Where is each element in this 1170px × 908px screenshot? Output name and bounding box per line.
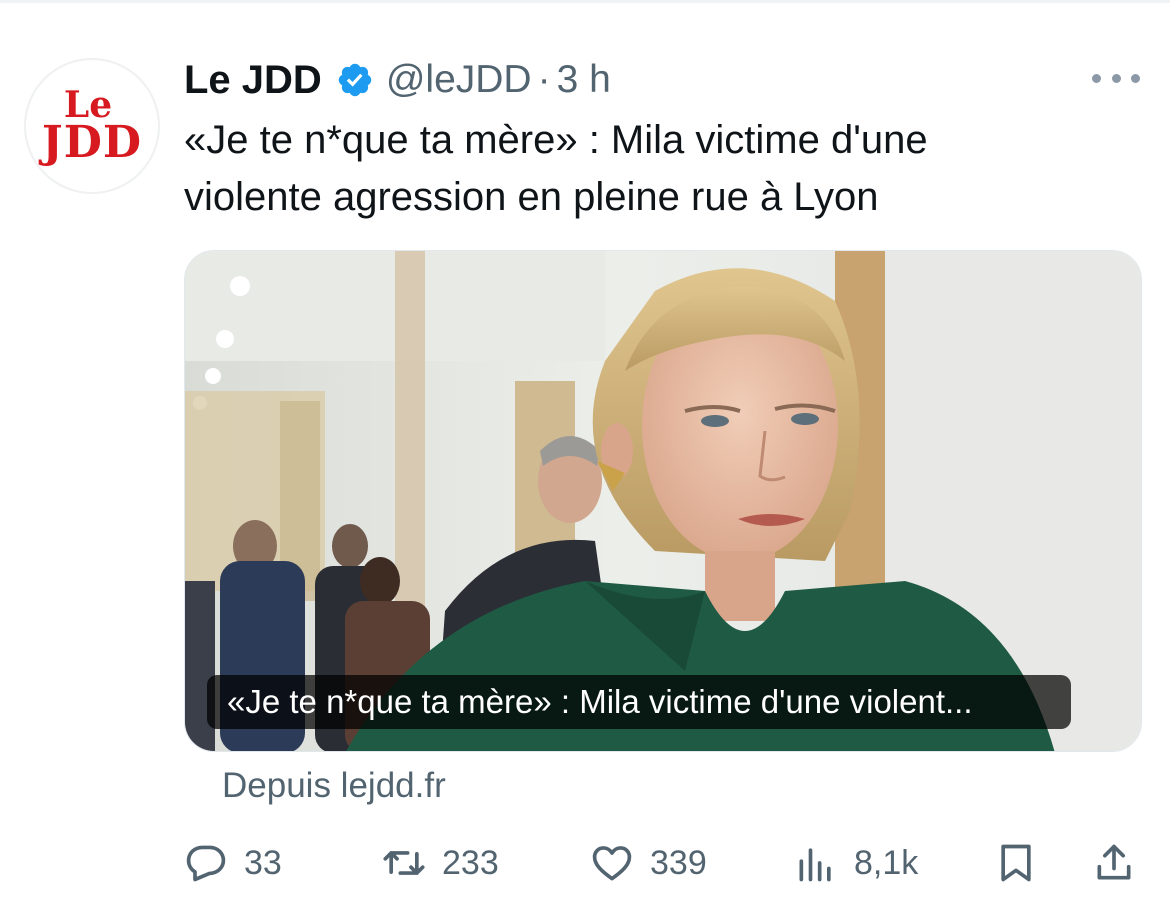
tweet-timestamp[interactable]: 3 h bbox=[557, 58, 611, 102]
tweet-text: «Je te n*que ta mère» : Mila victime d'u… bbox=[184, 112, 1134, 226]
tweet-text-line1: «Je te n*que ta mère» : Mila victime d'u… bbox=[184, 118, 928, 162]
reply-button[interactable]: 33 bbox=[184, 836, 282, 890]
like-count: 339 bbox=[650, 843, 707, 882]
avatar-text-jdd: JDD bbox=[41, 117, 143, 169]
avatar[interactable]: Le JDD bbox=[24, 58, 160, 194]
more-dots-icon[interactable] bbox=[1092, 66, 1140, 90]
like-button[interactable]: 339 bbox=[590, 836, 707, 890]
retweet-button[interactable]: 233 bbox=[382, 836, 499, 890]
share-upload-icon bbox=[1097, 844, 1131, 880]
reply-bubble-icon bbox=[186, 845, 226, 882]
card-source-link[interactable]: Depuis lejdd.fr bbox=[222, 766, 446, 806]
separator-dot: · bbox=[537, 58, 551, 101]
verified-badge-icon bbox=[338, 63, 372, 97]
reply-count: 33 bbox=[244, 843, 282, 882]
views-count: 8,1k bbox=[854, 843, 919, 882]
more-dot bbox=[1131, 73, 1140, 83]
bookmark-icon bbox=[1001, 844, 1031, 882]
tweet-header: Le JDD @leJDD · 3 h bbox=[184, 50, 611, 110]
more-dot bbox=[1111, 73, 1121, 83]
top-divider bbox=[0, 0, 1170, 3]
bookmark-button[interactable] bbox=[994, 836, 1054, 890]
tweet-text-line2: violente agression en pleine rue à Lyon bbox=[184, 175, 879, 219]
link-card[interactable]: «Je te n*que ta mère» : Mila victime d'u… bbox=[184, 250, 1142, 752]
views-button[interactable]: 8,1k bbox=[794, 836, 918, 890]
account-handle[interactable]: @leJDD bbox=[386, 58, 532, 102]
share-button[interactable] bbox=[1092, 836, 1152, 890]
retweet-arrows-icon bbox=[383, 851, 425, 875]
account-name[interactable]: Le JDD bbox=[184, 58, 322, 103]
retweet-count: 233 bbox=[442, 843, 499, 882]
views-bars-icon bbox=[799, 848, 831, 882]
more-dot bbox=[1092, 73, 1101, 83]
heart-icon bbox=[592, 846, 632, 881]
card-caption: «Je te n*que ta mère» : Mila victime d'u… bbox=[207, 675, 1071, 729]
action-bar: 33 233 339 8,1k bbox=[184, 836, 1144, 890]
